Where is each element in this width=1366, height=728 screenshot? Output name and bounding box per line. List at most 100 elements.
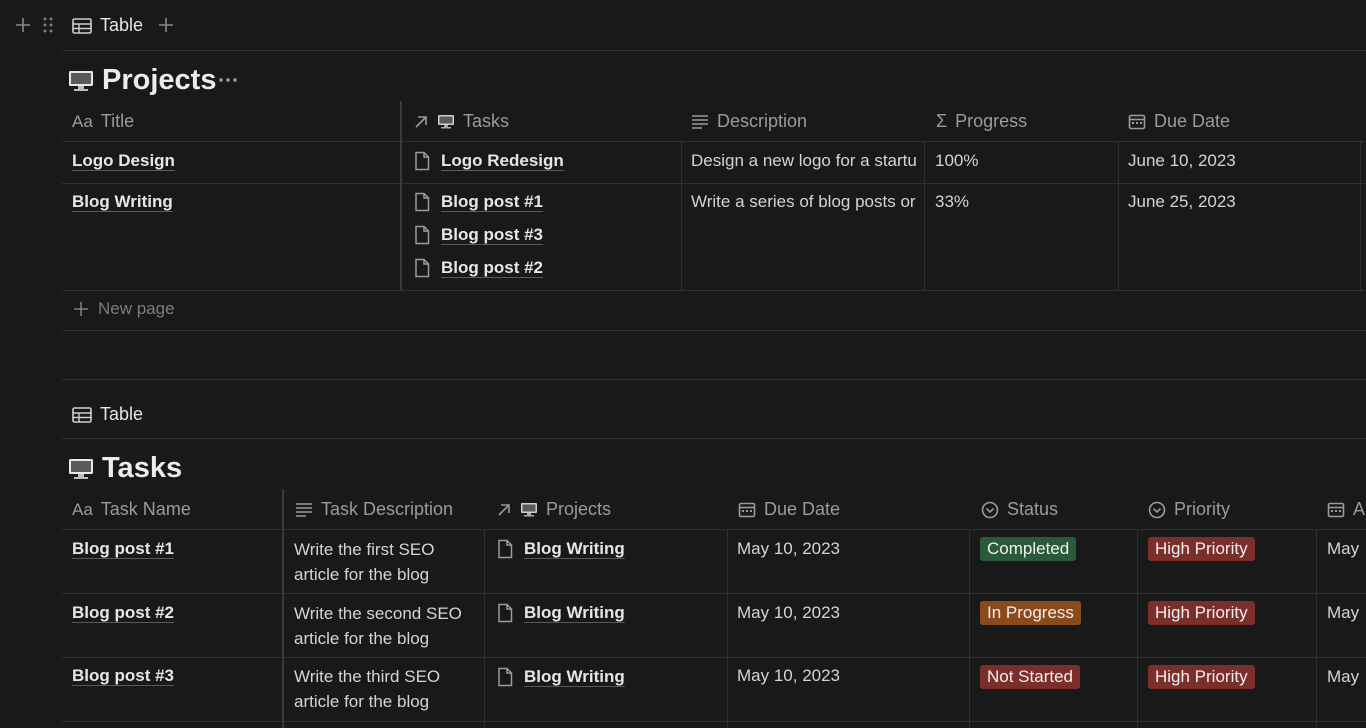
table-icon [72, 406, 92, 423]
project-link[interactable]: Blog Writing [496, 603, 625, 623]
column-header-label: Priority [1174, 499, 1231, 519]
description-cell[interactable]: Write a series of blog posts or [691, 192, 923, 212]
add-view-icon[interactable] [157, 16, 175, 34]
task-description-cell[interactable]: Write the third SEO article for the blog [294, 664, 479, 714]
extra-date-cell[interactable]: May [1327, 603, 1366, 623]
more-options-icon[interactable] [218, 70, 238, 90]
task-link-label: Blog post #2 [441, 258, 544, 277]
project-title-cell[interactable]: Blog Writing [72, 192, 173, 212]
status-badge-completed: Completed [980, 537, 1077, 561]
view-tab-label: Table [100, 15, 144, 35]
column-header-label: A [1353, 499, 1366, 519]
view-tab-table[interactable]: Table [72, 15, 143, 36]
priority-cell[interactable]: High Priority [1148, 601, 1255, 625]
relation-arrow-icon [498, 503, 510, 516]
extra-date-cell[interactable]: May [1327, 667, 1366, 687]
column-header-progress[interactable]: Σ Progress [936, 111, 1027, 132]
text-property-icon: Aa [72, 499, 93, 519]
project-link-label: Blog Writing [524, 667, 625, 686]
column-header-label: Tasks [463, 111, 510, 131]
due-date-cell[interactable]: May 10, 2023 [737, 603, 840, 623]
projects-heading: Projects [68, 64, 216, 97]
page-icon [415, 151, 430, 171]
due-date-cell[interactable]: May 10, 2023 [737, 539, 840, 559]
page-icon [498, 539, 513, 559]
project-link[interactable]: Blog Writing [496, 539, 625, 559]
task-name-cell[interactable]: Blog post #1 [72, 539, 174, 559]
status-badge-not-started: Not Started [980, 665, 1080, 689]
column-header-label: Progress [955, 111, 1028, 131]
page-icon [415, 258, 430, 278]
text-property-icon: Aa [72, 111, 93, 131]
due-date-cell[interactable]: June 25, 2023 [1128, 192, 1236, 212]
task-description-cell[interactable]: Write the second SEO article for the blo… [294, 601, 479, 651]
column-header-tasks[interactable]: Tasks [413, 111, 509, 132]
task-link[interactable]: Blog post #2 [413, 258, 543, 278]
column-header-label: Task Name [100, 499, 191, 519]
priority-cell[interactable]: High Priority [1148, 537, 1255, 561]
computer-icon [69, 70, 93, 91]
calendar-icon [738, 502, 756, 517]
task-link-label: Blog post #3 [441, 225, 544, 244]
column-header-due-date[interactable]: Due Date [738, 499, 840, 520]
calendar-icon [1327, 502, 1345, 517]
status-cell[interactable]: Not Started [980, 665, 1080, 689]
column-header-extra[interactable]: A [1327, 499, 1366, 520]
page-icon [498, 667, 513, 687]
text-lines-icon [692, 114, 708, 129]
priority-cell[interactable]: High Priority [1148, 665, 1255, 689]
text-lines-icon [296, 502, 312, 517]
task-link-label: Logo Redesign [441, 151, 564, 170]
column-header-label: Due Date [764, 499, 841, 519]
column-header-label: Title [100, 111, 135, 131]
drag-handle-icon[interactable] [42, 16, 54, 34]
column-header-label: Due Date [1154, 111, 1231, 131]
task-link[interactable]: Logo Redesign [413, 151, 564, 171]
task-name-cell[interactable]: Blog post #2 [72, 603, 174, 623]
column-header-label: Status [1007, 499, 1059, 519]
relation-arrow-icon [415, 115, 427, 128]
progress-cell[interactable]: 100% [935, 151, 978, 171]
computer-icon [438, 114, 454, 128]
task-description-cell[interactable]: Write the first SEO article for the blog [294, 537, 479, 587]
page-icon [415, 192, 430, 212]
description-cell[interactable]: Design a new logo for a startu [691, 151, 923, 171]
due-date-cell[interactable]: May 10, 2023 [737, 666, 840, 686]
column-header-task-name[interactable]: Aa Task Name [72, 499, 191, 520]
status-cell[interactable]: In Progress [980, 601, 1081, 625]
view-tab-table[interactable]: Table [72, 404, 143, 425]
task-name-cell[interactable]: Blog post #3 [72, 666, 174, 686]
page-icon [498, 603, 513, 623]
extra-date-cell[interactable]: May [1327, 539, 1366, 559]
select-icon [1148, 501, 1166, 518]
calendar-icon [1128, 114, 1146, 129]
column-header-label: Description [717, 111, 808, 131]
column-header-status[interactable]: Status [981, 499, 1058, 520]
column-header-title[interactable]: Aa Title [72, 111, 134, 132]
progress-cell[interactable]: 33% [935, 192, 969, 212]
task-link[interactable]: Blog post #3 [413, 225, 543, 245]
projects-title: Projects [102, 64, 217, 96]
table-icon [72, 17, 92, 34]
task-link[interactable]: Blog post #1 [413, 192, 543, 212]
sigma-icon: Σ [936, 111, 948, 131]
project-link[interactable]: Blog Writing [496, 667, 625, 687]
column-header-due-date[interactable]: Due Date [1128, 111, 1230, 132]
task-link-label: Blog post #1 [441, 192, 544, 211]
status-icon [981, 501, 999, 518]
page-icon [415, 225, 430, 245]
due-date-cell[interactable]: June 10, 2023 [1128, 151, 1236, 171]
computer-icon [521, 502, 537, 516]
new-page-label: New page [98, 299, 175, 318]
project-title-cell[interactable]: Logo Design [72, 151, 175, 171]
status-cell[interactable]: Completed [980, 537, 1077, 561]
priority-badge: High Priority [1148, 665, 1255, 689]
priority-badge: High Priority [1148, 537, 1255, 561]
column-header-projects[interactable]: Projects [496, 499, 611, 520]
column-header-priority[interactable]: Priority [1148, 499, 1230, 520]
column-header-task-description[interactable]: Task Description [295, 499, 453, 520]
column-header-description[interactable]: Description [691, 111, 807, 132]
new-page-button[interactable]: New page [72, 299, 175, 319]
add-block-icon[interactable] [14, 16, 32, 34]
priority-badge: High Priority [1148, 601, 1255, 625]
